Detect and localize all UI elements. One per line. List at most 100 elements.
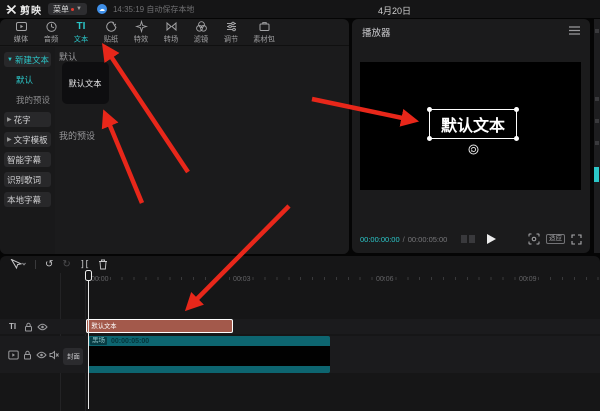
- sidebar-item-default[interactable]: 默认: [4, 72, 51, 87]
- cover-button[interactable]: 封面: [63, 348, 83, 365]
- library-sidebar: ▼ 新建文本 默认 我的预设 ▶ 花字 ▶ 文字模板 智能字幕 识别歌词: [0, 47, 55, 254]
- tab-effects[interactable]: 特效: [126, 20, 156, 45]
- sidebar-item-fancy-text[interactable]: ▶ 花字: [4, 112, 51, 127]
- eye-icon[interactable]: [36, 351, 47, 359]
- video-canvas[interactable]: 默认文本: [360, 62, 581, 190]
- lock-icon[interactable]: [24, 322, 33, 332]
- duration-time: 00:00:05:00: [408, 235, 448, 244]
- resize-handle[interactable]: [514, 107, 519, 112]
- project-date: 4月20日: [378, 4, 411, 17]
- sidebar-item-label: 识别歌词: [7, 174, 41, 186]
- capcut-logo-icon: [6, 4, 17, 15]
- transition-icon: [165, 20, 178, 33]
- app-title: 剪映: [20, 2, 42, 17]
- cover-button-label: 封面: [67, 352, 80, 361]
- top-bar: 剪映 菜单 ▼ ☁ 14:35:19 自动保存本地 4月20日: [0, 0, 600, 18]
- tab-sticker[interactable]: 贴纸: [96, 20, 126, 45]
- accent-fragment: [594, 167, 599, 182]
- text-track-icon: TI: [9, 322, 16, 331]
- sidebar-item-smart-captions[interactable]: 智能字幕: [4, 152, 51, 167]
- ruler-label: 00:06: [376, 276, 394, 283]
- attribute-panel-edge: [594, 19, 600, 253]
- mute-icon[interactable]: [49, 350, 59, 360]
- undo-icon[interactable]: ↺: [45, 260, 53, 270]
- app-window: 剪映 菜单 ▼ ☁ 14:35:19 自动保存本地 4月20日 媒体: [0, 0, 600, 411]
- caret-right-icon: ▶: [7, 136, 12, 143]
- redo-icon[interactable]: ↻: [62, 260, 70, 270]
- tab-filter[interactable]: 滤镜: [186, 20, 216, 45]
- filter-icon: [195, 20, 208, 33]
- sidebar-item-local-subtitles[interactable]: 本地字幕: [4, 192, 51, 207]
- resize-handle[interactable]: [427, 107, 432, 112]
- caret-right-icon: ▶: [7, 116, 12, 123]
- delete-icon[interactable]: [98, 259, 108, 270]
- assets-icon: [258, 20, 271, 33]
- media-toolbar: 媒体 音频 TI 文本 贴纸: [0, 19, 349, 46]
- ruler-label: 00:03: [233, 276, 251, 283]
- text-icon: TI: [77, 20, 86, 33]
- select-tool-icon[interactable]: [10, 259, 26, 270]
- tab-assets-label: 素材包: [253, 34, 275, 44]
- fullscreen-icon[interactable]: [571, 234, 582, 245]
- resize-handle[interactable]: [514, 136, 519, 141]
- text-clip-label: 默认文本: [91, 322, 116, 331]
- video-track-icon: [8, 350, 19, 360]
- preset-card-label: 默认文本: [69, 77, 102, 89]
- sidebar-item-new-text[interactable]: ▼ 新建文本: [4, 52, 51, 67]
- rotate-handle-icon[interactable]: [468, 144, 479, 155]
- tab-filter-label: 滤镜: [194, 34, 208, 44]
- lock-icon[interactable]: [23, 350, 32, 360]
- menu-label: 菜单: [53, 4, 69, 15]
- caret-down-icon: ▼: [7, 57, 13, 63]
- playhead-line[interactable]: [88, 271, 89, 409]
- video-clip[interactable]: 黑场 00:00:05:00: [88, 336, 330, 373]
- resize-handle[interactable]: [427, 136, 432, 141]
- sidebar-item-text-template[interactable]: ▶ 文字模板: [4, 132, 51, 147]
- divider: [35, 260, 36, 269]
- sticker-icon: [105, 20, 118, 33]
- app-logo: 剪映: [6, 2, 42, 17]
- video-clip-duration: 00:00:05:00: [111, 338, 149, 345]
- fit-ratio-button[interactable]: 适应: [546, 234, 565, 244]
- canvas-text-selection[interactable]: 默认文本: [429, 109, 517, 139]
- library-content: 默认 默认文本 我的预设: [55, 47, 349, 254]
- tab-audio[interactable]: 音频: [36, 20, 66, 45]
- video-clip-body: [88, 346, 330, 366]
- black-screen-badge: 黑场: [90, 337, 107, 345]
- ruler-label: 00:09: [519, 276, 537, 283]
- text-clip[interactable]: 默认文本: [86, 319, 233, 333]
- tab-text[interactable]: TI 文本: [66, 20, 96, 45]
- tab-adjust-label: 调节: [224, 34, 238, 44]
- tab-transition[interactable]: 转场: [156, 20, 186, 45]
- tab-assets[interactable]: 素材包: [246, 20, 282, 45]
- player-menu-icon[interactable]: [569, 26, 580, 35]
- adjust-icon: [225, 20, 238, 33]
- tab-media[interactable]: 媒体: [6, 20, 36, 45]
- tab-sticker-label: 贴纸: [104, 34, 118, 44]
- sidebar-item-label: 花字: [14, 114, 31, 126]
- video-clip-footer: [88, 366, 330, 373]
- sidebar-item-recognize-lyrics[interactable]: 识别歌词: [4, 172, 51, 187]
- playhead-handle[interactable]: [85, 270, 92, 281]
- play-button[interactable]: [487, 234, 496, 244]
- eye-icon[interactable]: [37, 323, 48, 331]
- timeline-panel: ↺ ↻ ][ 00:00 00:03 00:06 00:09 .rl{top:2…: [0, 256, 600, 411]
- canvas-text: 默认文本: [441, 112, 505, 136]
- quality-icon[interactable]: [461, 235, 475, 243]
- sidebar-item-label: 我的预设: [16, 94, 50, 106]
- section-header-presets: 我的预设: [59, 129, 95, 142]
- tab-adjust[interactable]: 调节: [216, 20, 246, 45]
- sidebar-item-label: 新建文本: [15, 54, 49, 66]
- library-panel: 媒体 音频 TI 文本 贴纸: [0, 19, 349, 254]
- ruler-label: 00:00: [91, 276, 109, 283]
- split-icon[interactable]: ][: [80, 260, 89, 270]
- sidebar-item-label: 智能字幕: [7, 154, 41, 166]
- tab-audio-label: 音频: [44, 34, 58, 44]
- sidebar-item-my-presets[interactable]: 我的预设: [4, 92, 51, 107]
- current-time: 00:00:00:00: [360, 235, 400, 244]
- snapshot-icon[interactable]: [528, 233, 540, 245]
- tab-media-label: 媒体: [14, 34, 28, 44]
- default-text-preset-card[interactable]: 默认文本: [62, 62, 109, 104]
- time-separator: /: [403, 235, 405, 244]
- menu-button[interactable]: 菜单 ▼: [48, 3, 87, 15]
